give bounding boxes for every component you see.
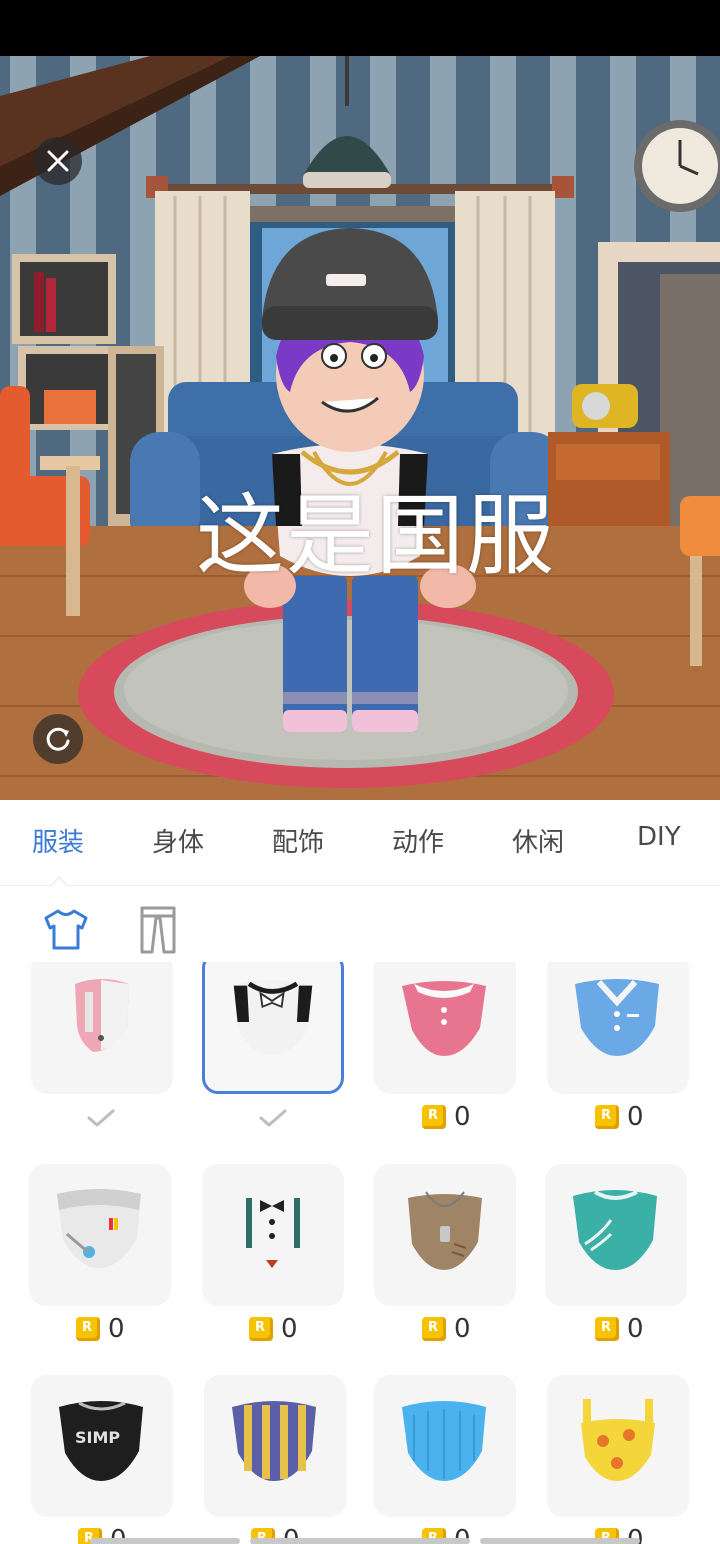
item-striped-top[interactable]: [204, 1375, 346, 1517]
tab-leisure[interactable]: 休闲: [512, 822, 564, 859]
item-yellow-floral-top[interactable]: [547, 1375, 689, 1517]
price-value: 0: [627, 1314, 644, 1344]
shirt-icon: [44, 909, 88, 950]
subcategory-tops[interactable]: [40, 904, 92, 956]
price-value: 0: [454, 1102, 471, 1132]
item-tuxedo-top[interactable]: [202, 1164, 344, 1306]
price-value: 0: [627, 1102, 644, 1132]
yellow-floral-top-thumbnail: [581, 1399, 655, 1481]
striped-top-thumbnail: [232, 1401, 316, 1481]
price-value: 0: [108, 1314, 125, 1344]
item-price: R 0: [249, 1314, 298, 1344]
item-price: R 0: [422, 1314, 471, 1344]
pink-white-jacket-top-thumbnail: [75, 979, 129, 1052]
scroll-indicator: [250, 1538, 470, 1544]
item-pink-polo-top[interactable]: [374, 962, 516, 1094]
coin-icon: R: [76, 1317, 100, 1341]
room-background: [0, 56, 720, 800]
tab-accessories[interactable]: 配饰: [272, 822, 324, 859]
reset-view-button[interactable]: [33, 714, 83, 764]
maid-top-thumbnail: [233, 979, 313, 1055]
scroll-indicator: [480, 1538, 640, 1544]
owned-check-icon: [87, 1109, 115, 1127]
price-value: 0: [281, 1314, 298, 1344]
coin-icon: R: [595, 1317, 619, 1341]
tab-body[interactable]: 身体: [152, 822, 204, 859]
item-price: R 0: [422, 1102, 471, 1132]
item-white-tech-top[interactable]: [29, 1164, 171, 1306]
owned-check-icon: [259, 1109, 287, 1127]
item-price: R 0: [595, 1102, 644, 1132]
teal-top-thumbnail: [573, 1190, 657, 1270]
subcategory-bottoms[interactable]: [132, 904, 184, 956]
black-slogan-top-thumbnail: SIMP: [59, 1401, 143, 1481]
white-tech-top-thumbnail: [57, 1189, 141, 1268]
item-teal-top[interactable]: [545, 1164, 687, 1306]
item-pink-white-jacket-top[interactable]: [31, 962, 173, 1094]
status-bar: [0, 0, 720, 56]
coin-icon: R: [249, 1317, 273, 1341]
item-blue-shirt-top[interactable]: [547, 962, 689, 1094]
scroll-indicator: [90, 1538, 240, 1544]
overlay-caption: 这是国服: [195, 484, 556, 587]
brown-tank-top-thumbnail: [408, 1191, 482, 1270]
item-black-slogan-top[interactable]: SIMP: [31, 1375, 173, 1517]
item-grid: R 0 R 0 R 0 R 0 R 0 R 0 SIMP R 0 0 0 0: [0, 962, 720, 1544]
blue-shirt-top-thumbnail: [575, 979, 659, 1056]
close-button[interactable]: [34, 137, 82, 185]
tab-actions[interactable]: 动作: [392, 822, 444, 859]
tab-clothing[interactable]: 服装: [32, 822, 84, 859]
tuxedo-top-thumbnail: [230, 1191, 314, 1268]
item-maid-top[interactable]: [202, 962, 344, 1094]
avatar-preview-scene[interactable]: 这是国服: [0, 56, 720, 800]
coin-icon: R: [422, 1105, 446, 1129]
item-blue-knit-top[interactable]: [374, 1375, 516, 1517]
svg-text:SIMP: SIMP: [75, 1428, 120, 1447]
category-tabs: 服装 身体 配饰 动作 休闲 DIY: [0, 800, 720, 886]
blue-knit-top-thumbnail: [402, 1401, 486, 1481]
pants-icon: [140, 906, 176, 954]
active-tab-indicator-inner: [51, 878, 67, 887]
pink-polo-top-thumbnail: [402, 981, 486, 1056]
coin-icon: R: [422, 1317, 446, 1341]
refresh-icon: [46, 727, 70, 751]
item-price: R 0: [595, 1314, 644, 1344]
coin-icon: R: [595, 1105, 619, 1129]
price-value: 0: [454, 1314, 471, 1344]
item-brown-tank-top[interactable]: [374, 1164, 516, 1306]
item-price: R 0: [76, 1314, 125, 1344]
tab-diy[interactable]: DIY: [637, 822, 681, 852]
close-icon: [47, 150, 69, 172]
